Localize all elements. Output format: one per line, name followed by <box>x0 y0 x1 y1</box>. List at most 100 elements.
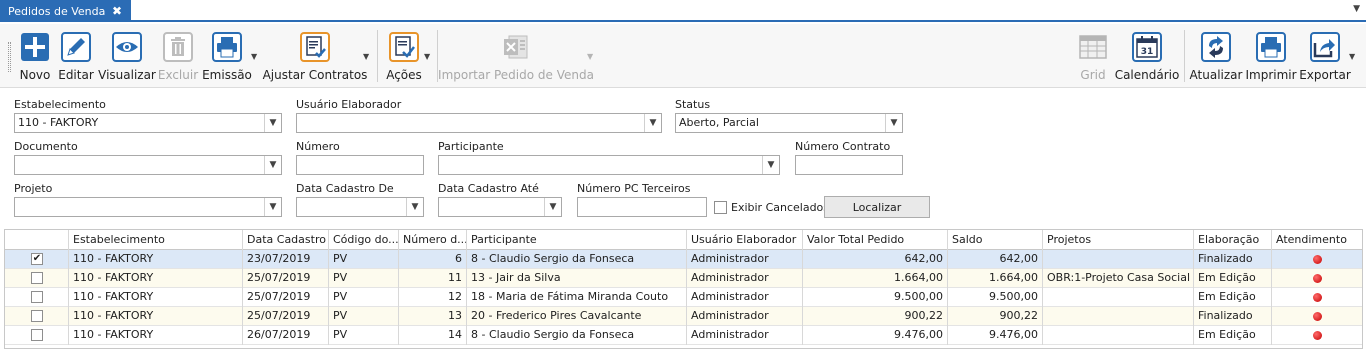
row-checkbox[interactable]: ✔ <box>31 253 43 265</box>
imprimir-button[interactable]: Imprimir <box>1245 24 1297 86</box>
trash-icon <box>163 32 193 62</box>
header-select[interactable] <box>5 230 69 250</box>
table-row[interactable]: 110 - FAKTORY 25/07/2019 PV 13 20 - Fred… <box>5 307 1362 326</box>
status-label: Status <box>675 98 711 111</box>
data-cadastro-ate-picker[interactable]: ▼ <box>438 197 562 217</box>
data-cadastro-de-picker[interactable]: ▼ <box>296 197 424 217</box>
row-checkbox[interactable] <box>31 329 43 341</box>
exibir-cancelados-checkbox[interactable] <box>714 201 727 214</box>
actions-check-icon <box>389 32 419 62</box>
emissao-chevron-down-icon[interactable]: ▼ <box>251 52 257 61</box>
tab-pedidos-de-venda[interactable]: Pedidos de Venda ✖ <box>0 0 131 22</box>
acoes-chevron-down-icon[interactable]: ▼ <box>424 52 430 61</box>
projeto-combo[interactable]: ▼ <box>14 197 282 217</box>
row-checkbox[interactable] <box>31 291 43 303</box>
novo-button[interactable]: Novo <box>17 24 53 86</box>
numero-label: Número <box>296 140 340 153</box>
header-elaboracao[interactable]: Elaboração <box>1194 230 1272 250</box>
header-numero[interactable]: Número d... <box>399 230 467 250</box>
ajustar-chevron-down-icon[interactable]: ▼ <box>363 52 369 61</box>
importar-pedido-button[interactable]: Importar Pedido de Venda <box>438 24 594 86</box>
header-saldo[interactable]: Saldo <box>948 230 1043 250</box>
toolbar-separator <box>1184 30 1185 82</box>
usuario-combo[interactable]: ▼ <box>296 113 662 133</box>
excel-icon <box>501 32 531 62</box>
status-dot-icon <box>1313 255 1322 264</box>
row-checkbox[interactable] <box>31 272 43 284</box>
data-cadastro-de-label: Data Cadastro De <box>296 182 394 195</box>
tab-title: Pedidos de Venda <box>8 4 106 18</box>
estabelecimento-combo[interactable]: 110 - FAKTORY ▼ <box>14 113 282 133</box>
projeto-label: Projeto <box>14 182 53 195</box>
status-dot-icon <box>1313 274 1322 283</box>
chevron-down-icon[interactable]: ▼ <box>264 114 281 132</box>
exportar-button[interactable]: Exportar <box>1299 24 1351 86</box>
emissao-button[interactable]: Emissão <box>202 24 252 86</box>
status-dot-icon <box>1313 331 1322 340</box>
tab-strip: Pedidos de Venda ✖ ▼ <box>0 0 1366 22</box>
row-checkbox[interactable] <box>31 310 43 322</box>
chevron-down-icon[interactable]: ▼ <box>644 114 661 132</box>
close-icon[interactable]: ✖ <box>112 4 122 18</box>
numero-pc-input[interactable] <box>577 197 707 217</box>
usuario-label: Usuário Elaborador <box>296 98 402 111</box>
header-participante[interactable]: Participante <box>467 230 687 250</box>
chevron-down-icon[interactable]: ▼ <box>264 198 281 216</box>
chevron-down-icon[interactable]: ▼ <box>544 198 561 216</box>
printer-icon <box>212 32 242 62</box>
grid-icon <box>1078 32 1108 62</box>
chevron-down-icon[interactable]: ▼ <box>1353 4 1360 14</box>
estabelecimento-label: Estabelecimento <box>14 98 106 111</box>
calendar-icon: 31 <box>1132 32 1162 62</box>
grid-button[interactable]: Grid <box>1078 24 1108 86</box>
chevron-down-icon[interactable]: ▼ <box>885 114 902 132</box>
calendar-day: 31 <box>1141 47 1154 57</box>
filter-panel: Estabelecimento 110 - FAKTORY ▼ Usuário … <box>0 89 1366 227</box>
documento-combo[interactable]: ▼ <box>14 155 282 175</box>
header-codigo[interactable]: Código do... <box>329 230 399 250</box>
visualizar-button[interactable]: Visualizar <box>98 24 156 86</box>
data-cadastro-ate-label: Data Cadastro Até <box>438 182 539 195</box>
participante-combo[interactable]: ▼ <box>438 155 780 175</box>
table-row[interactable]: 110 - FAKTORY 25/07/2019 PV 11 13 - Jair… <box>5 269 1362 288</box>
plus-icon <box>20 32 50 62</box>
header-estabelecimento[interactable]: Estabelecimento <box>69 230 243 250</box>
exibir-cancelados-option[interactable]: Exibir Cancelados <box>714 201 829 214</box>
exportar-chevron-down-icon[interactable]: ▼ <box>1349 52 1355 61</box>
table-row[interactable]: 110 - FAKTORY 25/07/2019 PV 12 18 - Mari… <box>5 288 1362 307</box>
numero-input[interactable] <box>296 155 424 175</box>
calendario-button[interactable]: 31 Calendário <box>1115 24 1179 86</box>
grid-header: Estabelecimento Data Cadastro Código do.… <box>5 230 1362 250</box>
excluir-button[interactable]: Excluir <box>158 24 198 86</box>
atualizar-button[interactable]: Atualizar <box>1190 24 1242 86</box>
status-dot-icon <box>1313 312 1322 321</box>
header-valor-total[interactable]: Valor Total Pedido <box>803 230 948 250</box>
chevron-down-icon[interactable]: ▼ <box>762 156 779 174</box>
pencil-icon <box>61 32 91 62</box>
export-icon <box>1310 32 1340 62</box>
ajustar-contratos-button[interactable]: Ajustar Contratos <box>263 24 367 86</box>
numero-contrato-label: Número Contrato <box>795 140 891 153</box>
toolbar-grip[interactable] <box>8 42 11 72</box>
header-atendimento[interactable]: Atendimento <box>1272 230 1364 250</box>
documento-label: Documento <box>14 140 78 153</box>
header-data-cadastro[interactable]: Data Cadastro <box>243 230 329 250</box>
status-dot-icon <box>1313 293 1322 302</box>
localizar-button[interactable]: Localizar <box>824 196 930 218</box>
table-row[interactable]: 110 - FAKTORY 26/07/2019 PV 14 8 - Claud… <box>5 326 1362 345</box>
toolbar-separator <box>377 30 378 82</box>
header-projetos[interactable]: Projetos <box>1043 230 1194 250</box>
chevron-down-icon[interactable]: ▼ <box>406 198 423 216</box>
refresh-icon <box>1201 32 1231 62</box>
numero-contrato-input[interactable] <box>795 155 903 175</box>
chevron-down-icon[interactable]: ▼ <box>264 156 281 174</box>
status-combo[interactable]: Aberto, Parcial ▼ <box>675 113 903 133</box>
header-usuario[interactable]: Usuário Elaborador <box>687 230 803 250</box>
acoes-button[interactable]: Ações <box>384 24 424 86</box>
importar-chevron-down-icon[interactable]: ▼ <box>587 52 593 61</box>
contract-check-icon <box>300 32 330 62</box>
toolbar: Novo Editar Visualizar Excluir Emissão ▼… <box>0 24 1366 88</box>
editar-button[interactable]: Editar <box>58 24 94 86</box>
exibir-cancelados-label: Exibir Cancelados <box>731 201 830 214</box>
table-row[interactable]: ✔ 110 - FAKTORY 23/07/2019 PV 6 8 - Clau… <box>5 250 1362 269</box>
